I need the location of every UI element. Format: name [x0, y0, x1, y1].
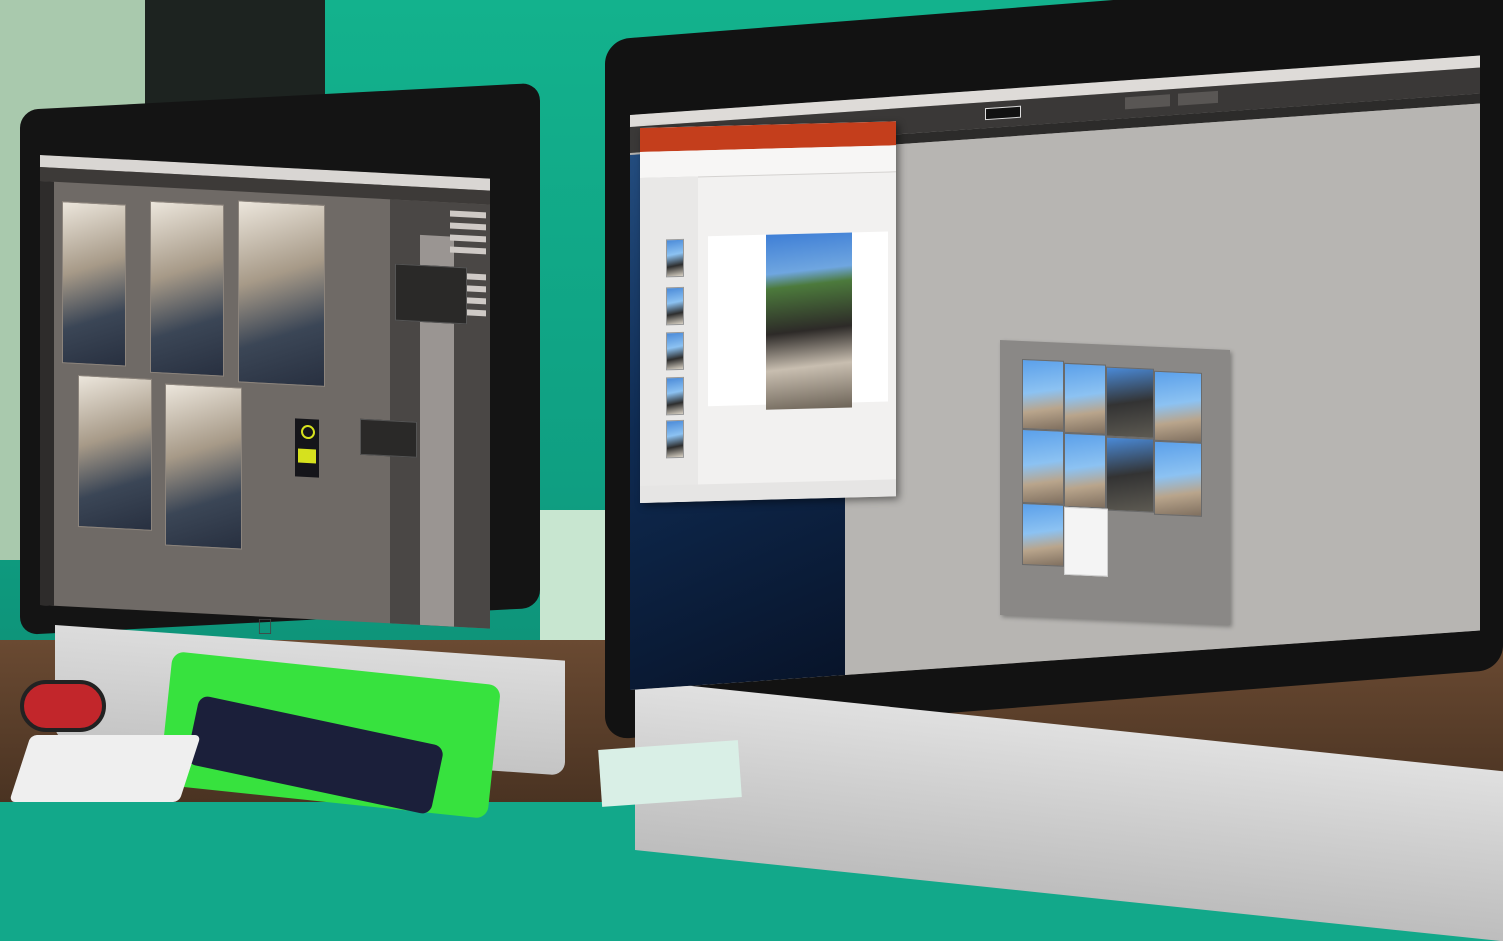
layout-page[interactable]	[1000, 340, 1230, 626]
canvas-photo[interactable]	[238, 200, 325, 387]
slide-thumbnail[interactable]	[666, 238, 684, 278]
apple-logo-icon: 	[255, 615, 275, 639]
red-puck	[20, 680, 106, 732]
floating-panel[interactable]	[395, 263, 467, 325]
grid-photo[interactable]	[1064, 432, 1106, 509]
slide-thumbnail[interactable]	[666, 331, 684, 371]
right-monitor-chin	[635, 680, 1503, 941]
logo-artwork[interactable]	[295, 418, 319, 478]
canvas-photo[interactable]	[165, 383, 242, 550]
canvas-photo[interactable]	[78, 374, 152, 531]
grid-photo[interactable]	[1022, 502, 1064, 567]
logo-ring	[301, 424, 315, 440]
slide-photo[interactable]	[766, 232, 852, 410]
grid-photo[interactable]	[1022, 428, 1064, 505]
left-monitor-screen	[40, 155, 490, 629]
grid-photo[interactable]	[1106, 366, 1154, 439]
slide-thumbnail[interactable]	[666, 286, 684, 326]
ribbon[interactable]	[640, 145, 896, 179]
keyboard	[9, 735, 201, 802]
logo-text-block	[298, 448, 316, 464]
tools-panel[interactable]	[40, 181, 54, 606]
slide-thumbnail[interactable]	[666, 376, 684, 416]
grid-photo[interactable]	[1154, 440, 1202, 517]
canvas-photo[interactable]	[150, 200, 224, 377]
powerpoint-window[interactable]	[640, 121, 896, 504]
grid-photo[interactable]	[1022, 358, 1064, 431]
slide-thumbnail[interactable]	[666, 419, 684, 459]
color-swatch[interactable]	[985, 105, 1021, 121]
grid-photo[interactable]	[1106, 436, 1154, 513]
floating-panel[interactable]	[360, 418, 417, 458]
canvas-photo[interactable]	[62, 201, 126, 367]
empty-frame[interactable]	[1064, 506, 1108, 577]
grid-photo[interactable]	[1064, 362, 1106, 435]
sticky-note	[598, 740, 742, 807]
grid-photo[interactable]	[1154, 370, 1202, 443]
